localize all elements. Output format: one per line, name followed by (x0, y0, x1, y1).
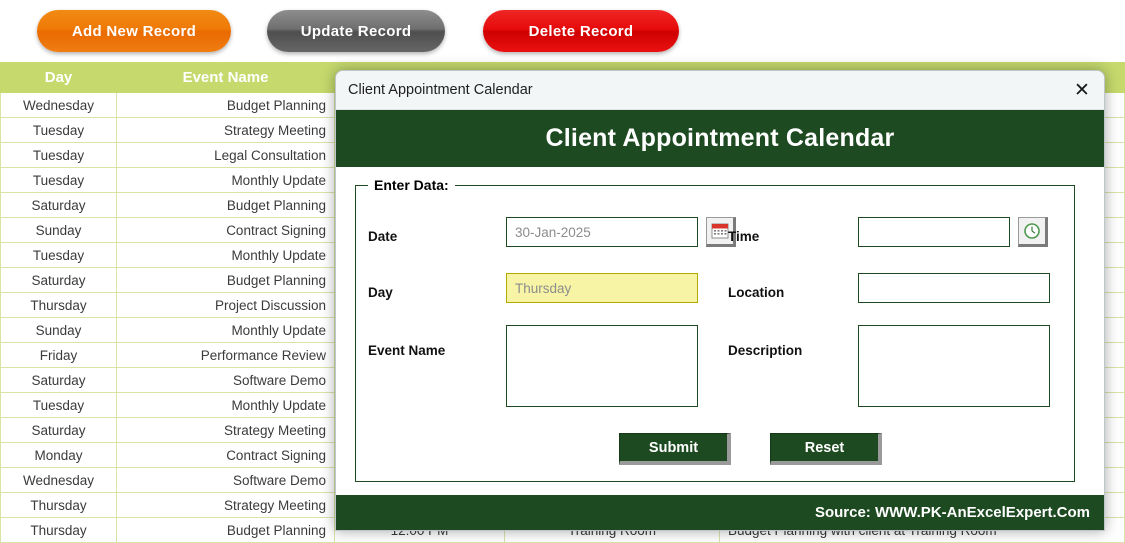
update-record-button[interactable]: Update Record (267, 10, 445, 52)
footer-source-label: Source: WWW.PK-AnExcelExpert.Com (814, 504, 1090, 521)
time-input[interactable] (858, 217, 1010, 247)
cell-event[interactable]: Software Demo (116, 467, 335, 493)
cell-day[interactable]: Wednesday (0, 467, 117, 493)
cell-event[interactable]: Budget Planning (116, 517, 335, 543)
delete-record-button[interactable]: Delete Record (483, 10, 679, 52)
dialog-title: Client Appointment Calendar (348, 82, 533, 98)
cell-day[interactable]: Tuesday (0, 242, 117, 268)
cell-day[interactable]: Tuesday (0, 392, 117, 418)
event-name-textarea[interactable] (506, 325, 698, 407)
banner-title: Client Appointment Calendar (545, 124, 895, 152)
cell-event[interactable]: Project Discussion (116, 292, 335, 318)
cell-day[interactable]: Tuesday (0, 167, 117, 193)
client-appointment-dialog: Client Appointment Calendar ✕ Client App… (335, 70, 1105, 531)
cell-event[interactable]: Strategy Meeting (116, 492, 335, 518)
description-textarea[interactable] (858, 325, 1050, 407)
description-label: Description (728, 343, 803, 358)
date-input[interactable] (506, 217, 698, 247)
enter-data-group: Enter Data: Date Time (355, 177, 1075, 482)
date-label: Date (368, 229, 398, 244)
time-label: Time (728, 229, 760, 244)
cell-day[interactable]: Friday (0, 342, 117, 368)
cell-event[interactable]: Budget Planning (116, 267, 335, 293)
cell-event[interactable]: Budget Planning (116, 92, 335, 118)
cell-event[interactable]: Strategy Meeting (116, 417, 335, 443)
dialog-body: Enter Data: Date Time (336, 167, 1104, 497)
reset-button[interactable]: Reset (770, 433, 882, 465)
column-header-day[interactable]: Day (0, 62, 117, 93)
cell-day[interactable]: Tuesday (0, 117, 117, 143)
cell-day[interactable]: Tuesday (0, 142, 117, 168)
cell-event[interactable]: Monthly Update (116, 392, 335, 418)
cell-day[interactable]: Wednesday (0, 92, 117, 118)
close-icon[interactable]: ✕ (1060, 71, 1104, 109)
location-input[interactable] (858, 273, 1050, 303)
cell-day[interactable]: Saturday (0, 367, 117, 393)
column-header-event-name[interactable]: Event Name (116, 62, 335, 93)
cell-day[interactable]: Thursday (0, 292, 117, 318)
location-label: Location (728, 285, 785, 300)
day-input[interactable] (506, 273, 698, 303)
cell-day[interactable]: Sunday (0, 217, 117, 243)
cell-event[interactable]: Contract Signing (116, 442, 335, 468)
cell-day[interactable]: Saturday (0, 417, 117, 443)
cell-event[interactable]: Budget Planning (116, 192, 335, 218)
submit-button[interactable]: Submit (619, 433, 731, 465)
action-toolbar: Add New Record Update Record Delete Reco… (0, 0, 1125, 62)
cell-event[interactable]: Monthly Update (116, 242, 335, 268)
cell-day[interactable]: Sunday (0, 317, 117, 343)
add-new-record-button[interactable]: Add New Record (37, 10, 231, 52)
dialog-footer: Source: WWW.PK-AnExcelExpert.Com (336, 495, 1104, 530)
cell-day[interactable]: Thursday (0, 517, 117, 543)
cell-event[interactable]: Performance Review (116, 342, 335, 368)
cell-event[interactable]: Legal Consultation (116, 142, 335, 168)
cell-event[interactable]: Monthly Update (116, 317, 335, 343)
clock-icon[interactable] (1018, 217, 1048, 247)
event-name-label: Event Name (368, 343, 446, 358)
cell-day[interactable]: Saturday (0, 267, 117, 293)
cell-day[interactable]: Monday (0, 442, 117, 468)
enter-data-legend: Enter Data: (374, 177, 449, 193)
cell-event[interactable]: Software Demo (116, 367, 335, 393)
cell-event[interactable]: Monthly Update (116, 167, 335, 193)
cell-day[interactable]: Saturday (0, 192, 117, 218)
cell-event[interactable]: Contract Signing (116, 217, 335, 243)
cell-event[interactable]: Strategy Meeting (116, 117, 335, 143)
cell-day[interactable]: Thursday (0, 492, 117, 518)
day-label: Day (368, 285, 393, 300)
dialog-banner: Client Appointment Calendar (336, 110, 1104, 167)
dialog-titlebar: Client Appointment Calendar ✕ (336, 71, 1104, 110)
